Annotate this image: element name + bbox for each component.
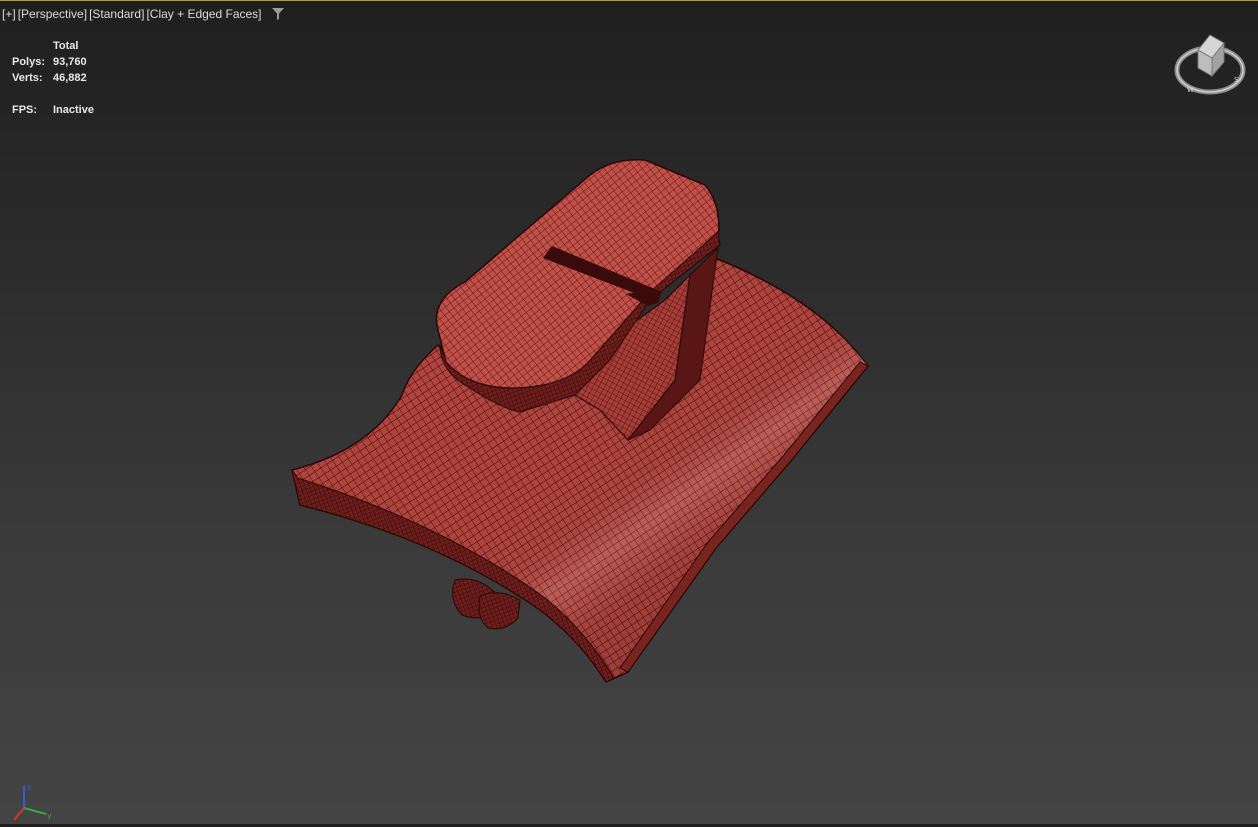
- svg-text:y: y: [47, 811, 52, 820]
- axis-tripod-icon: z y: [10, 780, 58, 822]
- svg-text:z: z: [27, 783, 31, 792]
- viewcube-icon[interactable]: W S: [1172, 30, 1248, 100]
- svg-text:W: W: [1187, 86, 1194, 94]
- svg-text:S: S: [1234, 76, 1239, 84]
- mesh-model[interactable]: [0, 0, 1258, 824]
